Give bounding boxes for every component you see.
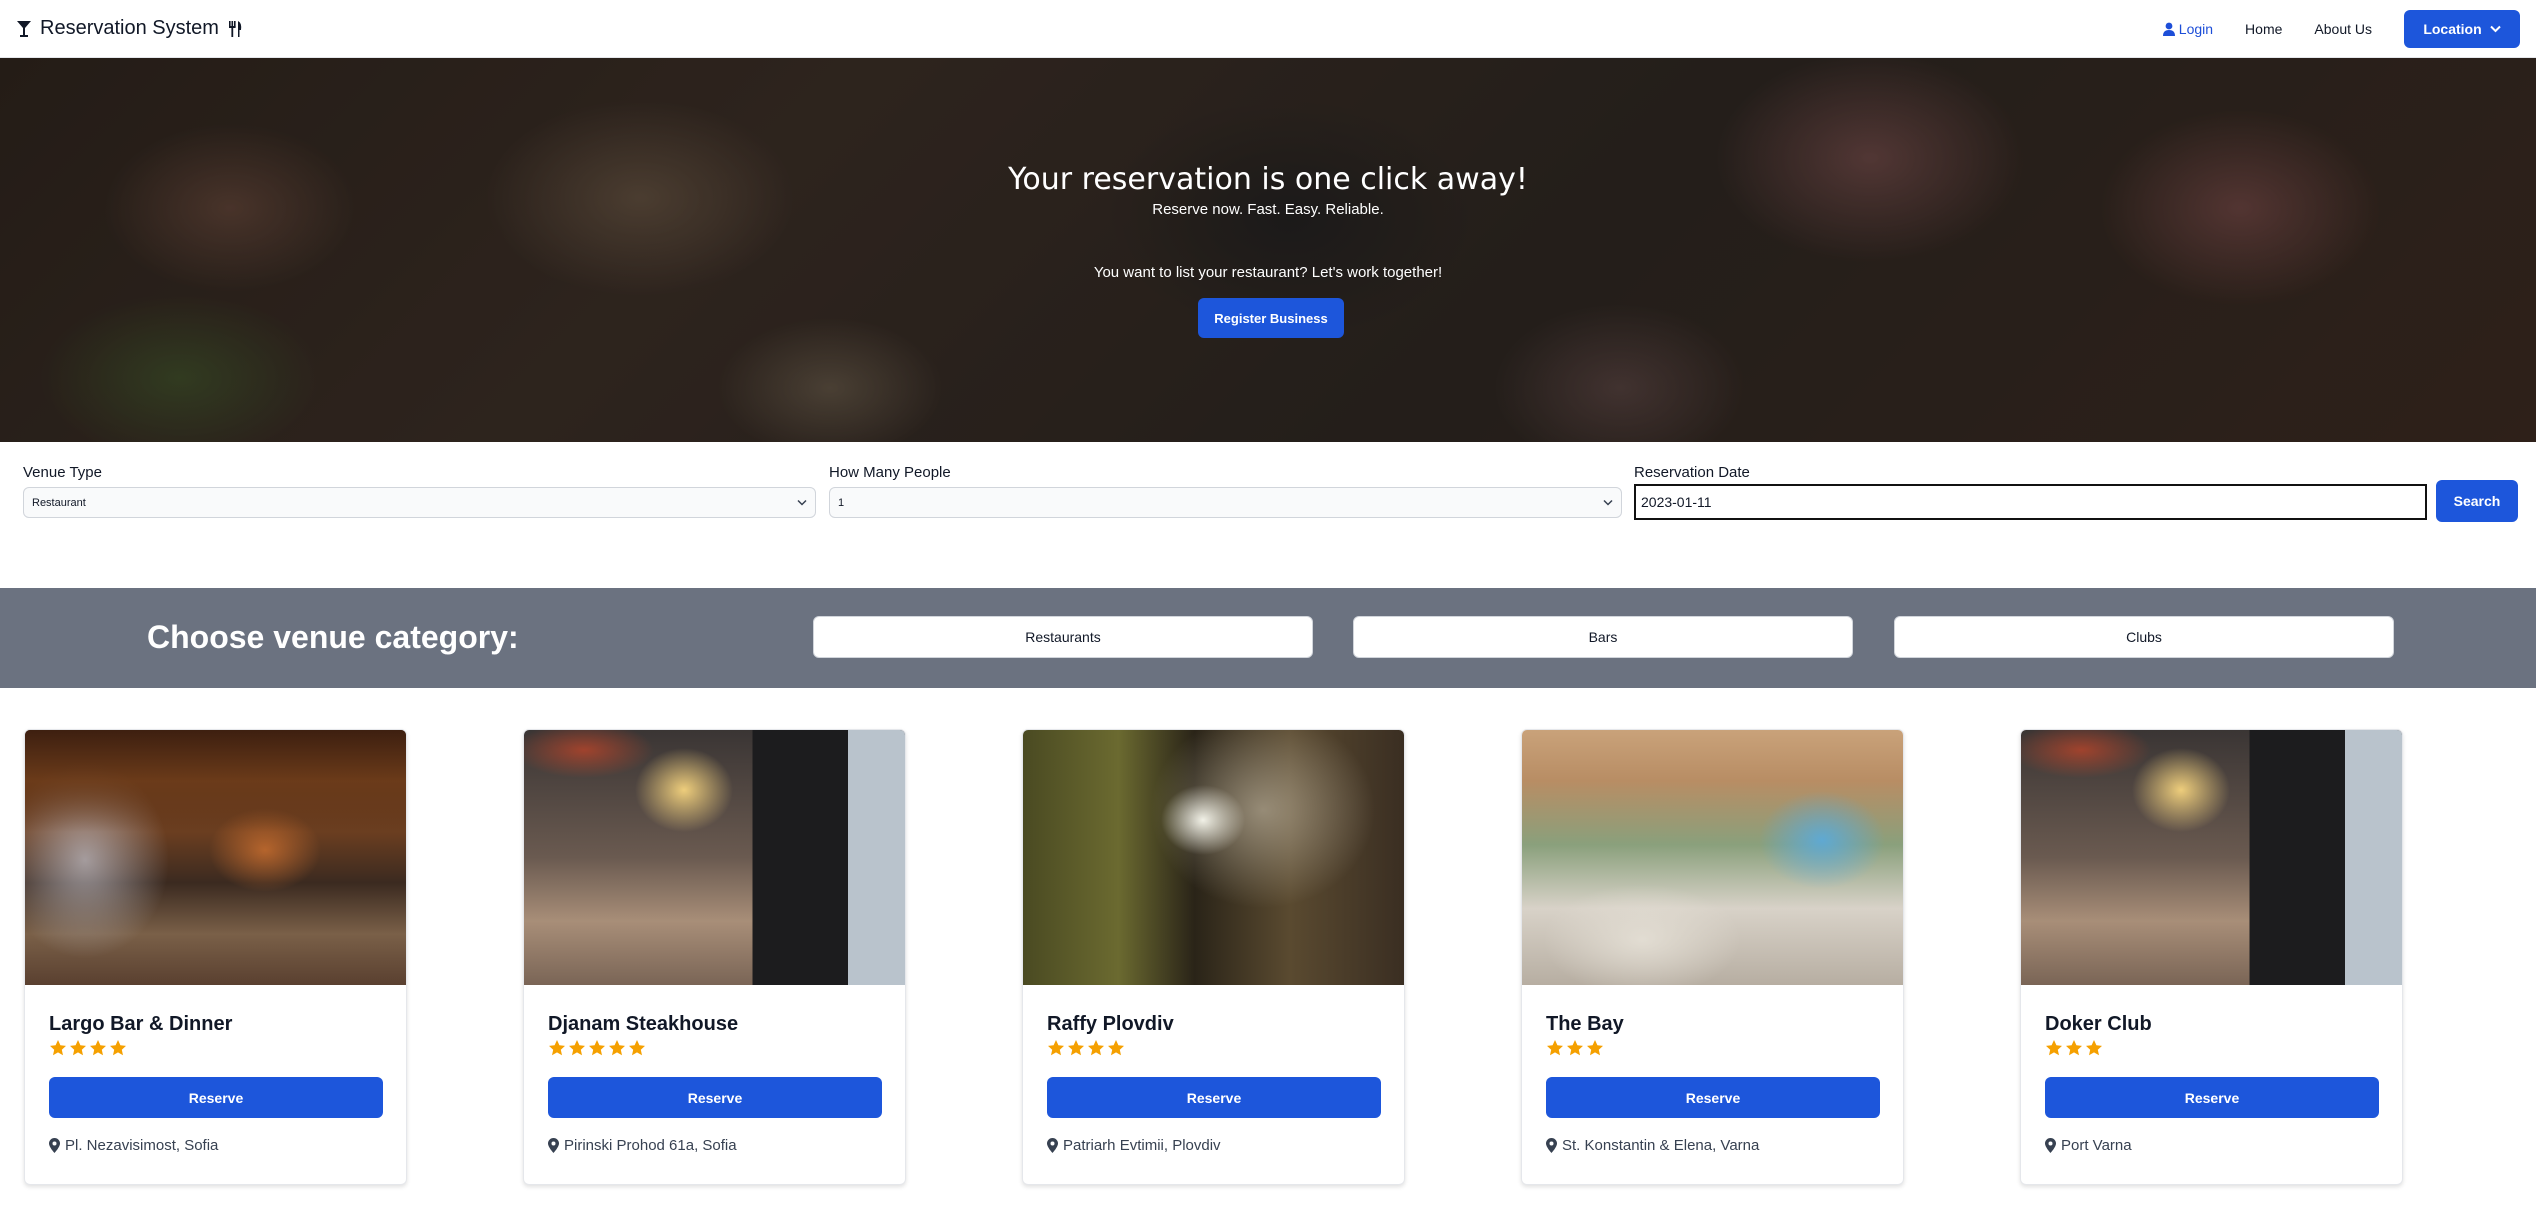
star-icon: [2086, 1040, 2102, 1056]
venue-type-field: Venue Type Restaurant: [23, 464, 816, 518]
people-label: How Many People: [829, 464, 951, 481]
navbar: Reservation System Login Home About Us L…: [0, 0, 2536, 58]
map-marker-icon: [2045, 1138, 2056, 1153]
star-icon: [1567, 1040, 1583, 1056]
star-icon: [1048, 1040, 1064, 1056]
venue-address: Port Varna: [2045, 1137, 2132, 1154]
star-rating: [2045, 1039, 2103, 1057]
address-text: St. Konstantin & Elena, Varna: [1562, 1137, 1760, 1154]
venue-image[interactable]: [1522, 730, 1903, 985]
chevron-down-icon: [1603, 499, 1613, 506]
people-value: 1: [838, 496, 845, 509]
register-business-button[interactable]: Register Business: [1198, 298, 1344, 338]
category-bars-button[interactable]: Bars: [1353, 616, 1853, 658]
venue-name: Raffy Plovdiv: [1047, 1013, 1174, 1035]
venue-image[interactable]: [1023, 730, 1404, 985]
star-rating: [49, 1039, 127, 1057]
hero-cta-text: You want to list your restaurant? Let's …: [1093, 264, 1443, 281]
venue-address: Pl. Nezavisimost, Sofia: [49, 1137, 218, 1154]
cocktail-icon: [17, 20, 31, 37]
venue-card: Doker Club Reserve Port Varna: [2020, 729, 2403, 1185]
venue-card: The Bay Reserve St. Konstantin & Elena, …: [1521, 729, 1904, 1185]
category-title: Choose venue category:: [147, 619, 519, 655]
map-marker-icon: [49, 1138, 60, 1153]
hero-banner: Your reservation is one click away! Rese…: [0, 58, 2536, 442]
category-clubs-button[interactable]: Clubs: [1894, 616, 2394, 658]
people-select[interactable]: 1: [829, 487, 1622, 518]
star-icon: [1547, 1040, 1563, 1056]
star-rating: [1047, 1039, 1125, 1057]
login-label: Login: [2178, 21, 2214, 37]
star-rating: [548, 1039, 646, 1057]
reserve-button[interactable]: Reserve: [1047, 1077, 1381, 1118]
star-icon: [2046, 1040, 2062, 1056]
star-rating: [1546, 1039, 1604, 1057]
star-icon: [569, 1040, 585, 1056]
reserve-button[interactable]: Reserve: [2045, 1077, 2379, 1118]
date-label: Reservation Date: [1634, 464, 1750, 481]
star-icon: [1068, 1040, 1084, 1056]
location-dropdown-button[interactable]: Location: [2404, 10, 2520, 48]
date-value: 2023-01-11: [1641, 494, 1712, 510]
star-icon: [1587, 1040, 1603, 1056]
hero-title: Your reservation is one click away!: [1008, 162, 1528, 197]
reserve-button[interactable]: Reserve: [548, 1077, 882, 1118]
venue-address: Pirinski Prohod 61a, Sofia: [548, 1137, 737, 1154]
people-field: How Many People 1: [829, 464, 1622, 518]
utensils-icon: [228, 20, 242, 37]
home-link[interactable]: Home: [2245, 21, 2282, 37]
user-icon: [2162, 22, 2175, 36]
venue-address: St. Konstantin & Elena, Varna: [1546, 1137, 1759, 1154]
location-label: Location: [2423, 21, 2482, 37]
star-icon: [70, 1040, 86, 1056]
chevron-down-icon: [2489, 25, 2501, 33]
address-text: Pirinski Prohod 61a, Sofia: [564, 1137, 737, 1154]
venue-type-label: Venue Type: [23, 464, 102, 481]
search-form: Venue Type Restaurant How Many People 1 …: [0, 442, 2536, 588]
chevron-down-icon: [797, 499, 807, 506]
star-icon: [589, 1040, 605, 1056]
map-marker-icon: [548, 1138, 559, 1153]
address-text: Pl. Nezavisimost, Sofia: [65, 1137, 219, 1154]
venue-name: Largo Bar & Dinner: [49, 1013, 233, 1035]
date-field: Reservation Date 2023-01-11: [1634, 464, 2427, 520]
address-text: Patriarh Evtimii, Plovdiv: [1063, 1137, 1221, 1154]
login-link[interactable]: Login: [2162, 21, 2214, 37]
star-icon: [90, 1040, 106, 1056]
hero-subtitle: Reserve now. Fast. Easy. Reliable.: [1152, 201, 1384, 218]
search-button[interactable]: Search: [2436, 480, 2518, 522]
venue-image[interactable]: [2021, 730, 2402, 985]
venue-image[interactable]: [524, 730, 905, 985]
star-icon: [1088, 1040, 1104, 1056]
star-icon: [629, 1040, 645, 1056]
venue-type-value: Restaurant: [32, 496, 86, 509]
venue-type-select[interactable]: Restaurant: [23, 487, 816, 518]
address-text: Port Varna: [2061, 1137, 2132, 1154]
venue-image[interactable]: [25, 730, 406, 985]
venue-address: Patriarh Evtimii, Plovdiv: [1047, 1137, 1221, 1154]
star-icon: [1108, 1040, 1124, 1056]
reserve-button[interactable]: Reserve: [49, 1077, 383, 1118]
reserve-button[interactable]: Reserve: [1546, 1077, 1880, 1118]
star-icon: [50, 1040, 66, 1056]
brand[interactable]: Reservation System: [16, 17, 243, 40]
star-icon: [2066, 1040, 2082, 1056]
about-link[interactable]: About Us: [2314, 21, 2372, 37]
star-icon: [110, 1040, 126, 1056]
map-marker-icon: [1546, 1138, 1557, 1153]
venue-name: The Bay: [1546, 1013, 1624, 1035]
venue-card: Largo Bar & Dinner Reserve Pl. Nezavisim…: [24, 729, 407, 1185]
venue-category-bar: Choose venue category: Restaurants Bars …: [0, 588, 2536, 688]
venue-name: Doker Club: [2045, 1013, 2152, 1035]
star-icon: [609, 1040, 625, 1056]
venue-card: Raffy Plovdiv Reserve Patriarh Evtimii, …: [1022, 729, 1405, 1185]
brand-title: Reservation System: [40, 17, 219, 39]
venue-name: Djanam Steakhouse: [548, 1013, 739, 1035]
category-restaurants-button[interactable]: Restaurants: [813, 616, 1313, 658]
reservation-date-input[interactable]: 2023-01-11: [1634, 484, 2427, 520]
venue-card: Djanam Steakhouse Reserve Pirinski Proho…: [523, 729, 906, 1185]
star-icon: [549, 1040, 565, 1056]
map-marker-icon: [1047, 1138, 1058, 1153]
